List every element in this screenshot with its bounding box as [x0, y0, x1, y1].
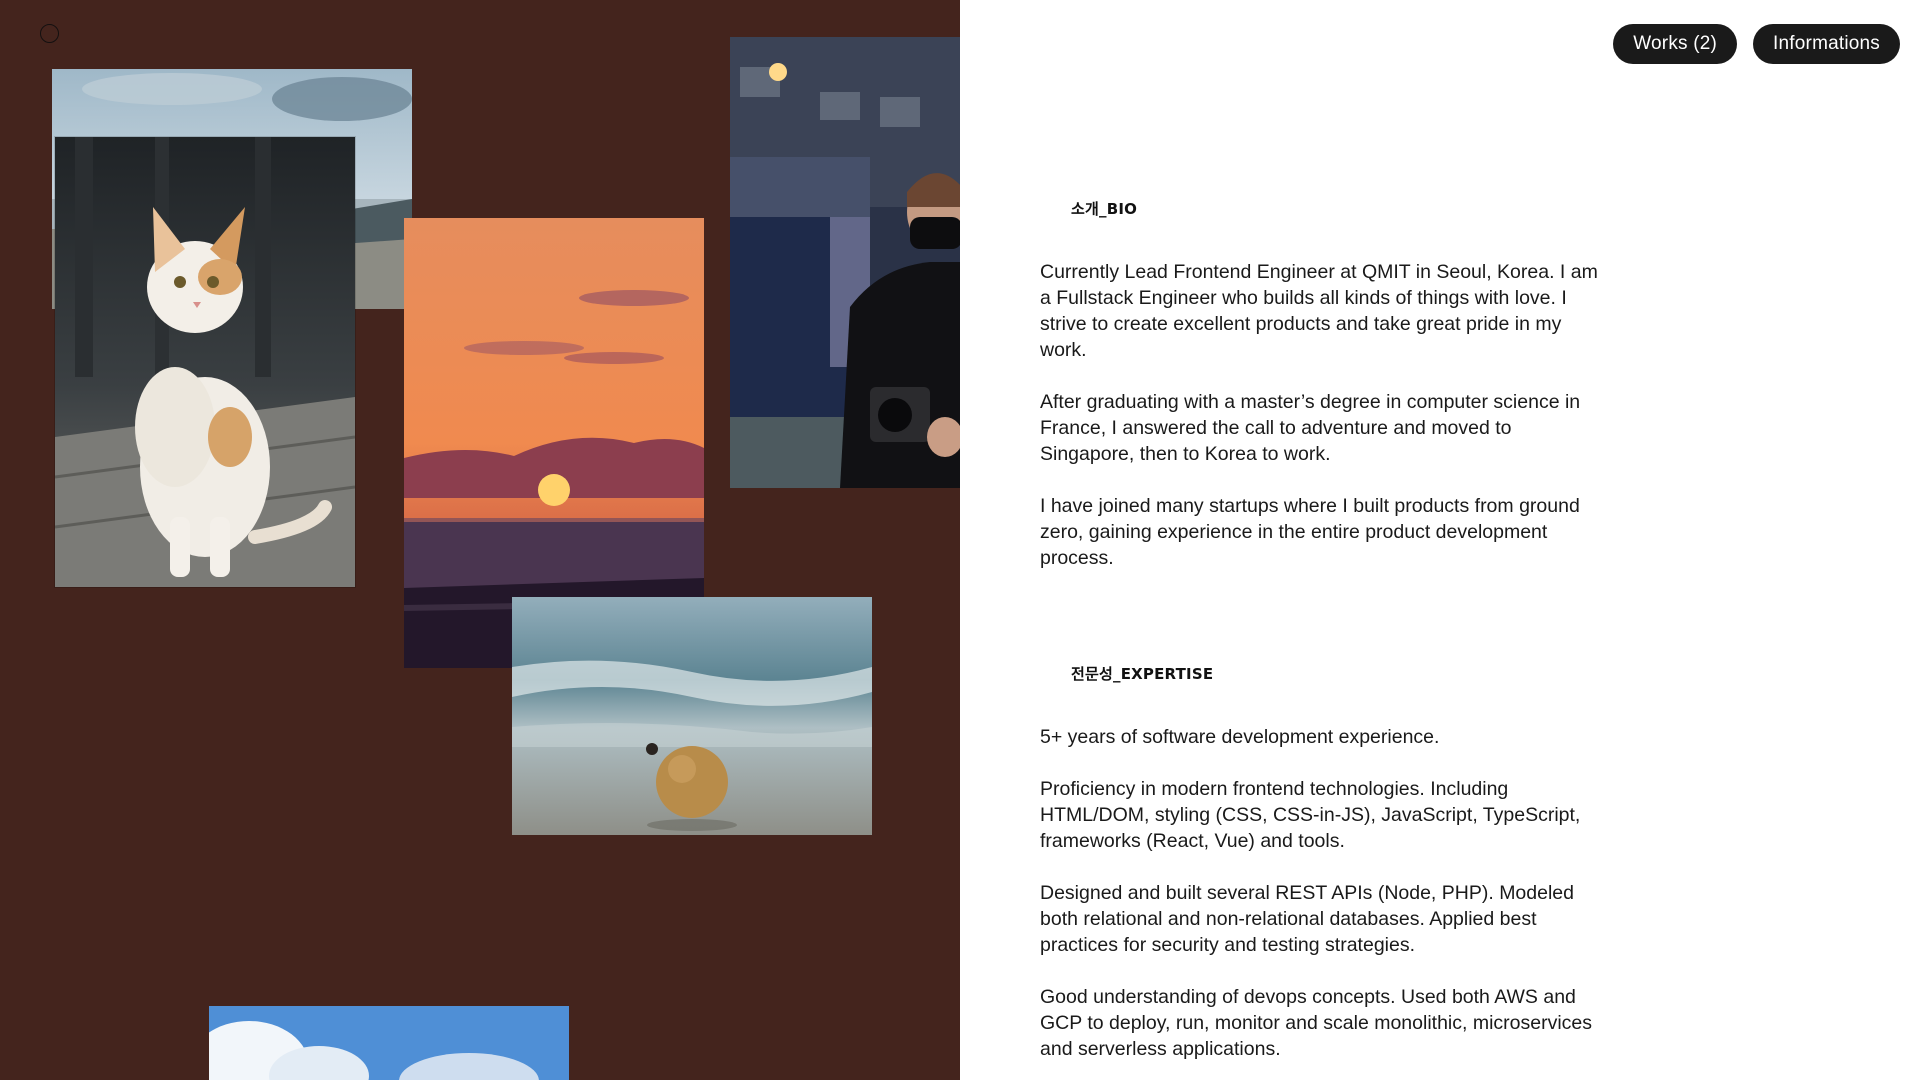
bio-paragraph: I have joined many startups where I buil… — [1040, 495, 1580, 569]
expertise-section: 전문성_EXPERTISE 5+ years of software devel… — [1040, 663, 1600, 1062]
bio-paragraph: Currently Lead Frontend Engineer at QMIT… — [1040, 261, 1598, 361]
photo-gallery — [0, 0, 960, 1080]
photo-cat[interactable] — [55, 137, 355, 587]
top-nav: Works (2) Informations — [1613, 24, 1900, 64]
bio-title: 소개_BIO — [1071, 200, 1138, 218]
page: Works (2) Informations 소개_BIO Currently … — [0, 0, 1920, 1080]
expertise-paragraph: Proficiency in modern frontend technolog… — [1040, 778, 1581, 852]
works-button[interactable]: Works (2) — [1613, 24, 1738, 64]
logo-circle-icon[interactable] — [40, 24, 59, 43]
expertise-paragraph: Good understanding of devops concepts. U… — [1040, 986, 1593, 1060]
bio-paragraph: After graduating with a master’s degree … — [1040, 391, 1581, 465]
expertise-paragraph: Designed and built several REST APIs (No… — [1040, 882, 1574, 956]
bio-section: 소개_BIO Currently Lead Frontend Engineer … — [1040, 198, 1600, 571]
photo-person[interactable] — [730, 37, 960, 488]
photo-buoy[interactable] — [512, 597, 872, 835]
expertise-title: 전문성_EXPERTISE — [1071, 665, 1214, 683]
expertise-paragraphs: 5+ years of software development experie… — [1040, 724, 1600, 1062]
bio-paragraphs: Currently Lead Frontend Engineer at QMIT… — [1040, 259, 1600, 571]
expertise-paragraph: 5+ years of software development experie… — [1040, 726, 1440, 748]
informations-button[interactable]: Informations — [1753, 24, 1900, 64]
photo-sky[interactable] — [209, 1006, 569, 1080]
info-panel: Works (2) Informations 소개_BIO Currently … — [960, 0, 1920, 1080]
